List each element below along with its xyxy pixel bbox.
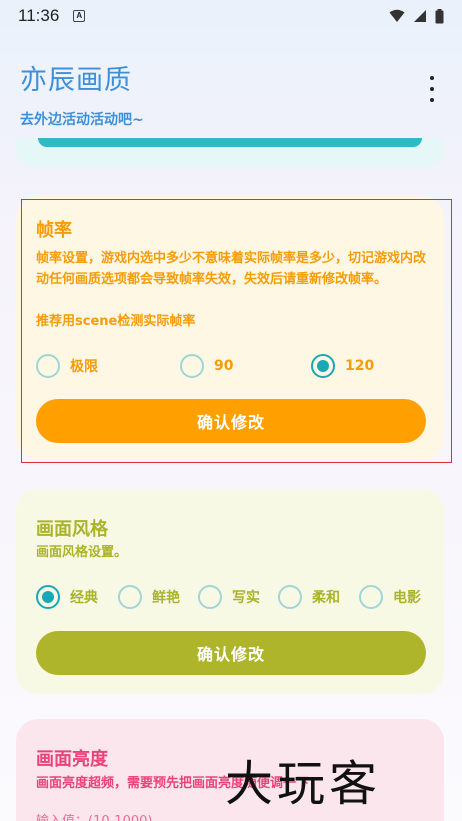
framerate-options: 极限 90 120 <box>36 354 426 378</box>
brightness-title: 画面亮度 <box>36 749 108 770</box>
radio-vivid[interactable] <box>118 585 142 609</box>
radio-realistic[interactable] <box>198 585 222 609</box>
style-option-classic[interactable]: 经典 <box>36 585 118 609</box>
framerate-card: 帧率 帧率设置，游戏内选中多少不意味着实际帧率是多少，切记游戏内改动任何画质选项… <box>16 196 444 460</box>
previous-card-stub <box>16 138 444 168</box>
app-header: 亦辰画质 去外边活动活动吧~ <box>20 58 144 129</box>
option-label-90: 90 <box>214 358 234 374</box>
radio-extreme[interactable] <box>36 354 60 378</box>
framerate-option-90[interactable]: 90 <box>180 354 311 378</box>
radio-classic[interactable] <box>36 585 60 609</box>
style-options: 经典 鲜艳 写实 柔和 电影 <box>36 585 426 609</box>
watermark-text: 大玩客 <box>225 756 382 812</box>
option-label-120: 120 <box>345 358 375 374</box>
notification-a-icon: A <box>73 10 86 22</box>
option-label-soft: 柔和 <box>312 590 340 606</box>
more-vert-icon[interactable] <box>426 76 438 102</box>
option-label-extreme: 极限 <box>70 359 98 375</box>
app-subtitle: 去外边活动活动吧~ <box>20 112 144 128</box>
framerate-confirm-button[interactable]: 确认修改 <box>36 399 426 443</box>
signal-icon <box>414 10 426 22</box>
framerate-title: 帧率 <box>36 220 72 241</box>
framerate-tip: 推荐用scene检测实际帧率 <box>36 314 196 329</box>
radio-120[interactable] <box>311 354 335 378</box>
style-option-soft[interactable]: 柔和 <box>278 585 359 609</box>
app-title: 亦辰画质 <box>20 65 132 96</box>
framerate-option-120[interactable]: 120 <box>311 354 374 378</box>
framerate-option-extreme[interactable]: 极限 <box>36 354 180 378</box>
style-description: 画面风格设置。 <box>36 545 128 560</box>
radio-movie[interactable] <box>359 585 383 609</box>
option-label-classic: 经典 <box>70 590 98 606</box>
style-card: 画面风格 画面风格设置。 经典 鲜艳 写实 柔和 电影 确认修改 <box>16 489 444 694</box>
radio-soft[interactable] <box>278 585 302 609</box>
battery-icon <box>435 8 444 23</box>
style-option-vivid[interactable]: 鲜艳 <box>118 585 198 609</box>
wifi-icon <box>389 9 405 22</box>
previous-card-button-edge[interactable] <box>38 138 422 147</box>
status-bar: 11:36 A <box>0 0 462 32</box>
status-icons <box>389 8 444 24</box>
style-option-movie[interactable]: 电影 <box>359 585 421 609</box>
option-label-realistic: 写实 <box>232 590 260 606</box>
style-title: 画面风格 <box>36 519 108 540</box>
style-option-realistic[interactable]: 写实 <box>198 585 278 609</box>
framerate-description: 帧率设置，游戏内选中多少不意味着实际帧率是多少，切记游戏内改动任何画质选项都会导… <box>36 251 427 287</box>
radio-90[interactable] <box>180 354 204 378</box>
option-label-movie: 电影 <box>393 590 421 606</box>
style-confirm-button[interactable]: 确认修改 <box>36 631 426 675</box>
option-label-vivid: 鲜艳 <box>152 590 180 606</box>
status-time: 11:36 <box>18 6 60 25</box>
